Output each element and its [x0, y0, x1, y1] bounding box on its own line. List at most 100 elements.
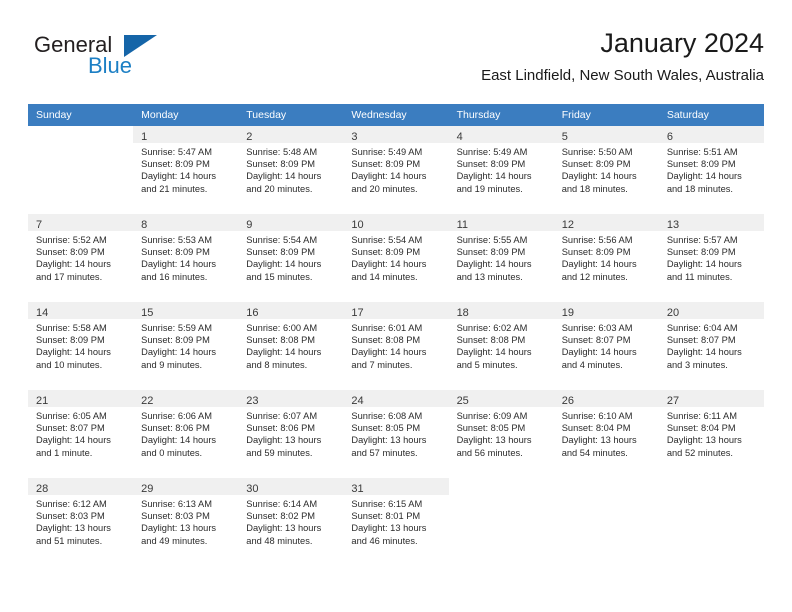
sunrise-text: Sunrise: 6:11 AM: [666, 411, 737, 421]
daylight-text-line1: Daylight: 13 hours: [246, 523, 322, 534]
day-info: Sunrise: 5:52 AM Sunset: 8:09 PM Daylight:…: [28, 231, 133, 283]
day-number: 12: [561, 219, 574, 231]
day-cell[interactable]: 29 Sunrise: 6:13 AM Sunset: 8:03 PM Dayligh…: [133, 478, 239, 566]
daylight-text-line2: and 46 minutes.: [351, 535, 418, 546]
day-cell[interactable]: 15 Sunrise: 5:59 AM Sunset: 8:09 PM Dayligh…: [133, 302, 239, 390]
day-number-bar: 16: [238, 302, 344, 319]
day-cell[interactable]: 1 Sunrise: 5:47 AM Sunset: 8:09 PM Daylight…: [133, 126, 239, 214]
sunset-text: Sunset: 8:09 PM: [141, 247, 210, 258]
daylight-text-line1: Daylight: 14 hours: [246, 347, 322, 358]
day-cell[interactable]: 9 Sunrise: 5:54 AM Sunset: 8:09 PM Daylight…: [238, 214, 344, 302]
calendar-cell: 3 Sunrise: 5:49 AM Sunset: 8:09 PM Daylight…: [343, 126, 449, 214]
day-number: 7: [36, 219, 43, 231]
day-info: Sunrise: 6:08 AM Sunset: 8:05 PM Daylight:…: [343, 407, 448, 459]
day-info: Sunrise: 5:54 AM Sunset: 8:09 PM Daylight:…: [238, 231, 343, 283]
day-number: 28: [36, 483, 49, 495]
day-cell[interactable]: 30 Sunrise: 6:14 AM Sunset: 8:02 PM Dayligh…: [238, 478, 344, 566]
day-number-bar: [28, 126, 133, 143]
daylight-text-line2: and 16 minutes.: [141, 271, 208, 282]
weekday-header-monday: Monday: [133, 104, 239, 126]
daylight-text-line2: and 18 minutes.: [561, 183, 628, 194]
day-info: Sunrise: 5:57 AM Sunset: 8:09 PM Daylight:…: [659, 231, 764, 283]
day-cell[interactable]: 2 Sunrise: 5:48 AM Sunset: 8:09 PM Daylight…: [238, 126, 344, 214]
calendar-cell: 29 Sunrise: 6:13 AM Sunset: 8:03 PM Dayligh…: [133, 478, 239, 566]
day-number-bar: [659, 478, 764, 495]
day-cell[interactable]: 28 Sunrise: 6:12 AM Sunset: 8:03 PM Dayligh…: [28, 478, 134, 566]
daylight-text-line2: and 15 minutes.: [246, 271, 313, 282]
sunset-text: Sunset: 8:06 PM: [246, 423, 316, 434]
calendar-cell: 31 Sunrise: 6:15 AM Sunset: 8:01 PM Dayligh…: [343, 478, 449, 566]
day-cell[interactable]: 18 Sunrise: 6:02 AM Sunset: 8:08 PM Dayligh…: [448, 302, 554, 390]
day-cell[interactable]: 16 Sunrise: 6:00 AM Sunset: 8:08 PM Dayligh…: [238, 302, 344, 390]
day-cell[interactable]: 11 Sunrise: 5:55 AM Sunset: 8:09 PM Dayligh…: [448, 214, 554, 302]
daylight-text-line1: Daylight: 13 hours: [351, 435, 427, 446]
calendar-cell: 16 Sunrise: 6:00 AM Sunset: 8:08 PM Dayligh…: [238, 302, 344, 390]
day-cell[interactable]: 10 Sunrise: 5:54 AM Sunset: 8:09 PM Dayligh…: [343, 214, 449, 302]
day-cell[interactable]: 19 Sunrise: 6:03 AM Sunset: 8:07 PM Dayligh…: [553, 302, 659, 390]
day-number-bar: [554, 478, 659, 495]
brand-logo[interactable]: General Blue: [28, 32, 218, 88]
day-cell[interactable]: 3 Sunrise: 5:49 AM Sunset: 8:09 PM Daylight…: [343, 126, 449, 214]
day-number-bar: 30: [238, 478, 344, 495]
day-number-bar: 22: [133, 390, 239, 407]
day-cell[interactable]: 31 Sunrise: 6:15 AM Sunset: 8:01 PM Dayligh…: [343, 478, 449, 566]
day-info: Sunrise: 5:49 AM Sunset: 8:09 PM Daylight:…: [449, 143, 554, 195]
day-cell[interactable]: 17 Sunrise: 6:01 AM Sunset: 8:08 PM Dayligh…: [343, 302, 449, 390]
day-cell[interactable]: 8 Sunrise: 5:53 AM Sunset: 8:09 PM Daylight…: [133, 214, 239, 302]
day-cell[interactable]: 12 Sunrise: 5:56 AM Sunset: 8:09 PM Dayligh…: [553, 214, 659, 302]
day-cell[interactable]: 20 Sunrise: 6:04 AM Sunset: 8:07 PM Dayligh…: [658, 302, 764, 390]
daylight-text-line1: Daylight: 14 hours: [456, 171, 532, 182]
day-number: 31: [351, 483, 364, 495]
sunrise-text: Sunrise: 6:12 AM: [36, 499, 107, 509]
day-cell[interactable]: 6 Sunrise: 5:51 AM Sunset: 8:09 PM Daylight…: [658, 126, 764, 214]
day-cell[interactable]: 25 Sunrise: 6:09 AM Sunset: 8:05 PM Dayligh…: [448, 390, 554, 478]
day-cell[interactable]: 23 Sunrise: 6:07 AM Sunset: 8:06 PM Dayligh…: [238, 390, 344, 478]
day-cell[interactable]: 26 Sunrise: 6:10 AM Sunset: 8:04 PM Dayligh…: [553, 390, 659, 478]
day-cell[interactable]: 5 Sunrise: 5:50 AM Sunset: 8:09 PM Daylight…: [553, 126, 659, 214]
sunset-text: Sunset: 8:05 PM: [456, 423, 526, 434]
day-cell[interactable]: 27 Sunrise: 6:11 AM Sunset: 8:04 PM Dayligh…: [658, 390, 764, 478]
sunset-text: Sunset: 8:03 PM: [36, 511, 105, 522]
day-info: Sunrise: 5:47 AM Sunset: 8:09 PM Daylight:…: [133, 143, 238, 195]
day-info: Sunrise: 6:04 AM Sunset: 8:07 PM Daylight:…: [659, 319, 764, 371]
day-number-bar: 7: [28, 214, 134, 231]
sunset-text: Sunset: 8:02 PM: [246, 511, 316, 522]
day-number-bar: 29: [133, 478, 239, 495]
empty-day-cell: [449, 478, 554, 566]
day-cell[interactable]: 24 Sunrise: 6:08 AM Sunset: 8:05 PM Dayligh…: [343, 390, 449, 478]
sunrise-text: Sunrise: 5:52 AM: [36, 235, 107, 245]
calendar-cell: 2 Sunrise: 5:48 AM Sunset: 8:09 PM Daylight…: [238, 126, 344, 214]
daylight-text-line1: Daylight: 14 hours: [246, 171, 322, 182]
sunset-text: Sunset: 8:07 PM: [666, 335, 736, 346]
daylight-text-line2: and 19 minutes.: [456, 183, 523, 194]
day-number: 1: [141, 131, 148, 143]
day-cell[interactable]: 14 Sunrise: 5:58 AM Sunset: 8:09 PM Dayligh…: [28, 302, 134, 390]
sunrise-text: Sunrise: 5:57 AM: [666, 235, 738, 245]
day-cell[interactable]: 21 Sunrise: 6:05 AM Sunset: 8:07 PM Dayligh…: [28, 390, 134, 478]
calendar-cell: 19 Sunrise: 6:03 AM Sunset: 8:07 PM Dayligh…: [553, 302, 659, 390]
calendar-cell: 11 Sunrise: 5:55 AM Sunset: 8:09 PM Dayligh…: [448, 214, 554, 302]
day-cell[interactable]: 7 Sunrise: 5:52 AM Sunset: 8:09 PM Daylight…: [28, 214, 134, 302]
daylight-text-line2: and 20 minutes.: [246, 183, 313, 194]
day-info: Sunrise: 6:03 AM Sunset: 8:07 PM Daylight:…: [554, 319, 659, 371]
sunset-text: Sunset: 8:09 PM: [36, 335, 105, 346]
daylight-text-line2: and 4 minutes.: [561, 359, 623, 370]
day-number: 29: [141, 483, 154, 495]
day-info: Sunrise: 6:09 AM Sunset: 8:05 PM Daylight:…: [449, 407, 554, 459]
day-number-bar: 26: [553, 390, 659, 407]
sunset-text: Sunset: 8:09 PM: [141, 335, 210, 346]
daylight-text-line1: Daylight: 14 hours: [456, 347, 532, 358]
day-cell[interactable]: 13 Sunrise: 5:57 AM Sunset: 8:09 PM Dayligh…: [658, 214, 764, 302]
day-number-bar: 20: [658, 302, 764, 319]
day-number-bar: 27: [658, 390, 764, 407]
day-cell[interactable]: 22 Sunrise: 6:06 AM Sunset: 8:06 PM Dayligh…: [133, 390, 239, 478]
daylight-text-line2: and 12 minutes.: [561, 271, 628, 282]
sunrise-text: Sunrise: 5:56 AM: [561, 235, 633, 245]
calendar-cell: 20 Sunrise: 6:04 AM Sunset: 8:07 PM Dayligh…: [658, 302, 764, 390]
day-number: 19: [561, 307, 574, 319]
day-number-bar: 19: [553, 302, 659, 319]
calendar-cell: 15 Sunrise: 5:59 AM Sunset: 8:09 PM Dayligh…: [133, 302, 239, 390]
day-number-bar: 15: [133, 302, 239, 319]
calendar-cell: 23 Sunrise: 6:07 AM Sunset: 8:06 PM Dayligh…: [238, 390, 344, 478]
day-cell[interactable]: 4 Sunrise: 5:49 AM Sunset: 8:09 PM Daylight…: [448, 126, 554, 214]
